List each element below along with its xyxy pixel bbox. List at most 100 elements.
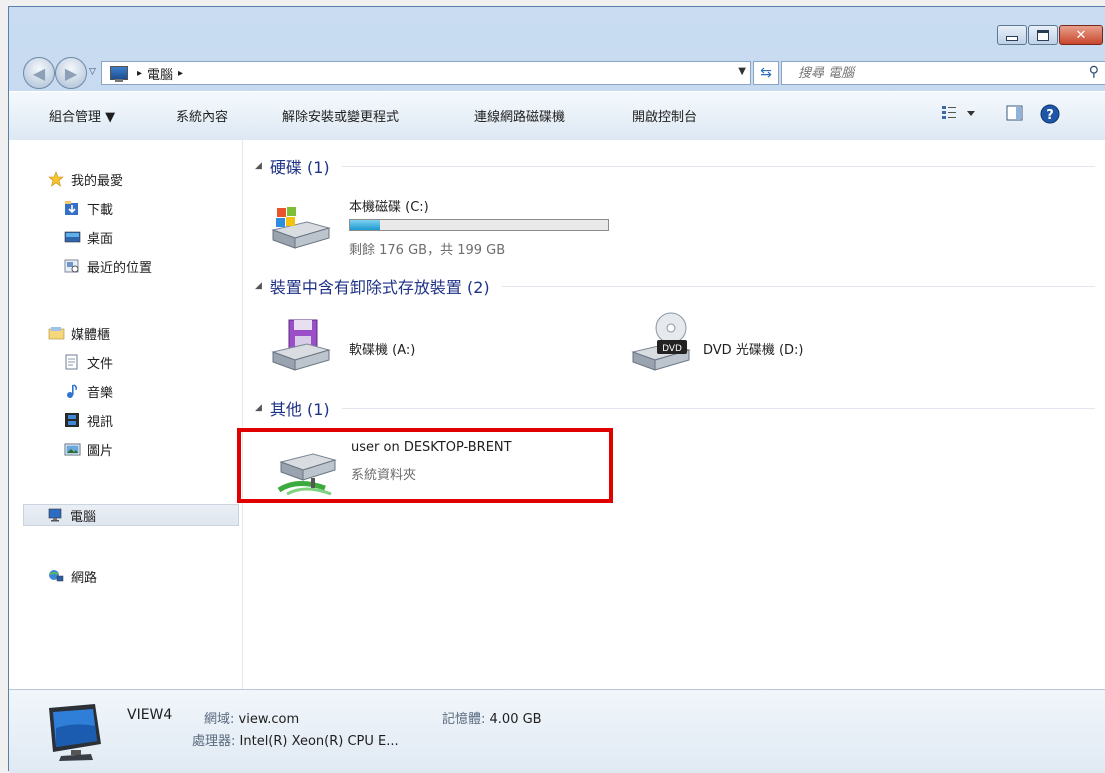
address-bar[interactable]: ▸ 電腦 ▸ ▼ <box>101 61 751 85</box>
view-options-icon <box>942 106 975 119</box>
sidebar-item-pictures[interactable]: 圖片 <box>63 438 113 460</box>
preview-pane-button[interactable] <box>1005 104 1025 126</box>
documents-icon <box>65 354 78 370</box>
uninstall-program-button[interactable]: 解除安裝或變更程式 <box>282 106 399 125</box>
recent-pages-dropdown[interactable]: ▽ <box>89 67 96 77</box>
sidebar-item-label: 媒體櫃 <box>71 327 111 343</box>
group-header-removable-storage[interactable]: ◢ 裝置中含有卸除式存放裝置 (2) <box>255 274 1095 298</box>
maximize-button[interactable] <box>1028 25 1058 45</box>
drive-d-name: DVD 光碟機 (D:) <box>703 343 804 358</box>
dvd-drive-icon: DVD <box>631 312 691 371</box>
pictures-icon <box>64 443 81 456</box>
drive-c-name: 本機磁碟 (C:) <box>349 200 429 215</box>
group-divider <box>501 285 1095 287</box>
preview-pane-icon <box>1006 105 1023 121</box>
processor-info: 處理器: Intel(R) Xeon(R) CPU E... <box>192 730 399 749</box>
details-pane: VIEW4 網域: view.com 記憶體: 4.00 GB 處理器: Int… <box>9 689 1105 773</box>
minimize-button[interactable] <box>997 25 1027 45</box>
desktop-icon <box>64 231 81 243</box>
group-header-other[interactable]: ◢ 其他 (1) <box>255 396 1095 420</box>
refresh-button[interactable]: ⇆ <box>753 61 779 85</box>
window-controls: ✕ <box>996 25 1103 45</box>
map-network-drive-button[interactable]: 連線網路磁碟機 <box>474 106 565 125</box>
group-label: 裝置中含有卸除式存放裝置 (2) <box>269 278 490 297</box>
sidebar-item-label: 下載 <box>87 202 114 218</box>
windows-hard-drive-icon <box>271 207 331 249</box>
sidebar-item-network[interactable]: 網路 <box>47 565 97 587</box>
sidebar-item-label: 音樂 <box>87 385 114 401</box>
breadcrumb-separator[interactable]: ▸ <box>178 68 183 79</box>
drive-c[interactable]: 本機磁碟 (C:) 剩餘 176 GB，共 199 GB <box>267 196 609 266</box>
sidebar-item-label: 最近的位置 <box>87 260 153 276</box>
sidebar-item-recent-places[interactable]: 最近的位置 <box>63 255 152 277</box>
memory-info: 記憶體: 4.00 GB <box>442 708 542 727</box>
sidebar-item-libraries[interactable]: 媒體櫃 <box>47 322 110 344</box>
drive-a-name: 軟碟機 (A:) <box>349 343 416 358</box>
sidebar-item-label: 文件 <box>87 356 114 372</box>
domain-value: view.com <box>238 712 300 727</box>
sidebar-item-computer[interactable]: 電腦 <box>23 504 239 526</box>
video-film-icon <box>65 413 79 427</box>
network-icon <box>49 570 64 582</box>
collapse-triangle-icon: ◢ <box>255 281 262 291</box>
address-history-dropdown[interactable]: ▼ <box>738 66 746 77</box>
group-divider <box>341 407 1095 409</box>
search-box[interactable]: ⚲ <box>781 61 1105 85</box>
system-properties-button[interactable]: 系統內容 <box>176 106 228 125</box>
forward-button[interactable]: ▶ <box>55 57 87 89</box>
music-note-icon <box>67 384 77 398</box>
maximize-icon <box>1037 29 1049 41</box>
breadcrumb-separator[interactable]: ▸ <box>137 68 142 79</box>
content-pane: ◢ 硬碟 (1) 本機磁碟 (C:) 剩餘 176 GB，共 199 GB ◢ … <box>243 140 1105 689</box>
collapse-triangle-icon: ◢ <box>255 161 262 171</box>
search-icon[interactable]: ⚲ <box>1089 64 1099 80</box>
highlight-annotation-box <box>237 428 613 503</box>
sidebar-item-label: 桌面 <box>87 231 114 247</box>
open-control-panel-button[interactable]: 開啟控制台 <box>632 106 697 125</box>
sidebar-item-label: 視訊 <box>87 414 114 430</box>
sidebar-item-music[interactable]: 音樂 <box>63 380 113 402</box>
breadcrumb: ▸ 電腦 ▸ <box>106 64 188 83</box>
address-row: ◀ ▶ ▽ ▸ 電腦 ▸ ▼ ⇆ ⚲ <box>9 55 1105 91</box>
domain-label: 網域: <box>204 712 235 727</box>
change-view-button[interactable] <box>941 104 981 126</box>
sidebar-item-videos[interactable]: 視訊 <box>63 409 113 431</box>
breadcrumb-computer[interactable]: 電腦 <box>147 64 173 83</box>
libraries-icon <box>48 327 65 340</box>
group-label: 硬碟 (1) <box>269 158 330 177</box>
navigation-pane: 我的最愛 下載 桌面 最近的位置 媒體櫃 文件 音樂 視訊 圖片 電腦 網路 <box>9 140 243 689</box>
drive-d[interactable]: DVD DVD 光碟機 (D:) <box>627 312 927 376</box>
sidebar-item-favorites[interactable]: 我的最愛 <box>47 168 123 190</box>
floppy-drive-icon <box>271 319 331 371</box>
sidebar-item-label: 圖片 <box>87 443 114 459</box>
sidebar-item-label: 電腦 <box>70 509 97 525</box>
processor-label: 處理器: <box>192 734 236 749</box>
sidebar-item-downloads[interactable]: 下載 <box>63 197 113 219</box>
downloads-folder-icon <box>65 201 78 215</box>
search-input[interactable] <box>796 62 1080 84</box>
title-bar[interactable]: ✕ <box>9 7 1105 55</box>
sidebar-item-documents[interactable]: 文件 <box>63 351 113 373</box>
refresh-icon: ⇆ <box>760 65 772 81</box>
group-header-hard-disks[interactable]: ◢ 硬碟 (1) <box>255 154 1095 178</box>
explorer-window: ✕ ◀ ▶ ▽ ▸ 電腦 ▸ ▼ ⇆ ⚲ 組合管理 ▼ 系統內容 解除安裝或變更… <box>8 6 1105 773</box>
sidebar-item-desktop[interactable]: 桌面 <box>63 226 113 248</box>
drive-a[interactable]: 軟碟機 (A:) <box>267 316 567 376</box>
back-arrow-icon: ◀ <box>32 63 46 83</box>
computer-monitor-icon <box>49 704 101 761</box>
sidebar-item-label: 網路 <box>71 570 98 586</box>
organize-button[interactable]: 組合管理 ▼ <box>49 106 115 125</box>
memory-label: 記憶體: <box>442 712 486 727</box>
back-button[interactable]: ◀ <box>23 57 55 89</box>
help-button[interactable]: ? <box>1039 104 1061 130</box>
computer-icon <box>110 66 128 82</box>
close-button[interactable]: ✕ <box>1059 25 1103 45</box>
svg-text:?: ? <box>1046 108 1054 123</box>
drive-c-capacity-bar <box>349 219 609 231</box>
domain-info: 網域: view.com <box>204 708 299 727</box>
collapse-triangle-icon: ◢ <box>255 403 262 413</box>
memory-value: 4.00 GB <box>489 712 542 727</box>
group-divider <box>341 165 1095 167</box>
computer-name: VIEW4 <box>127 707 173 723</box>
sidebar-item-label: 我的最愛 <box>71 173 124 189</box>
